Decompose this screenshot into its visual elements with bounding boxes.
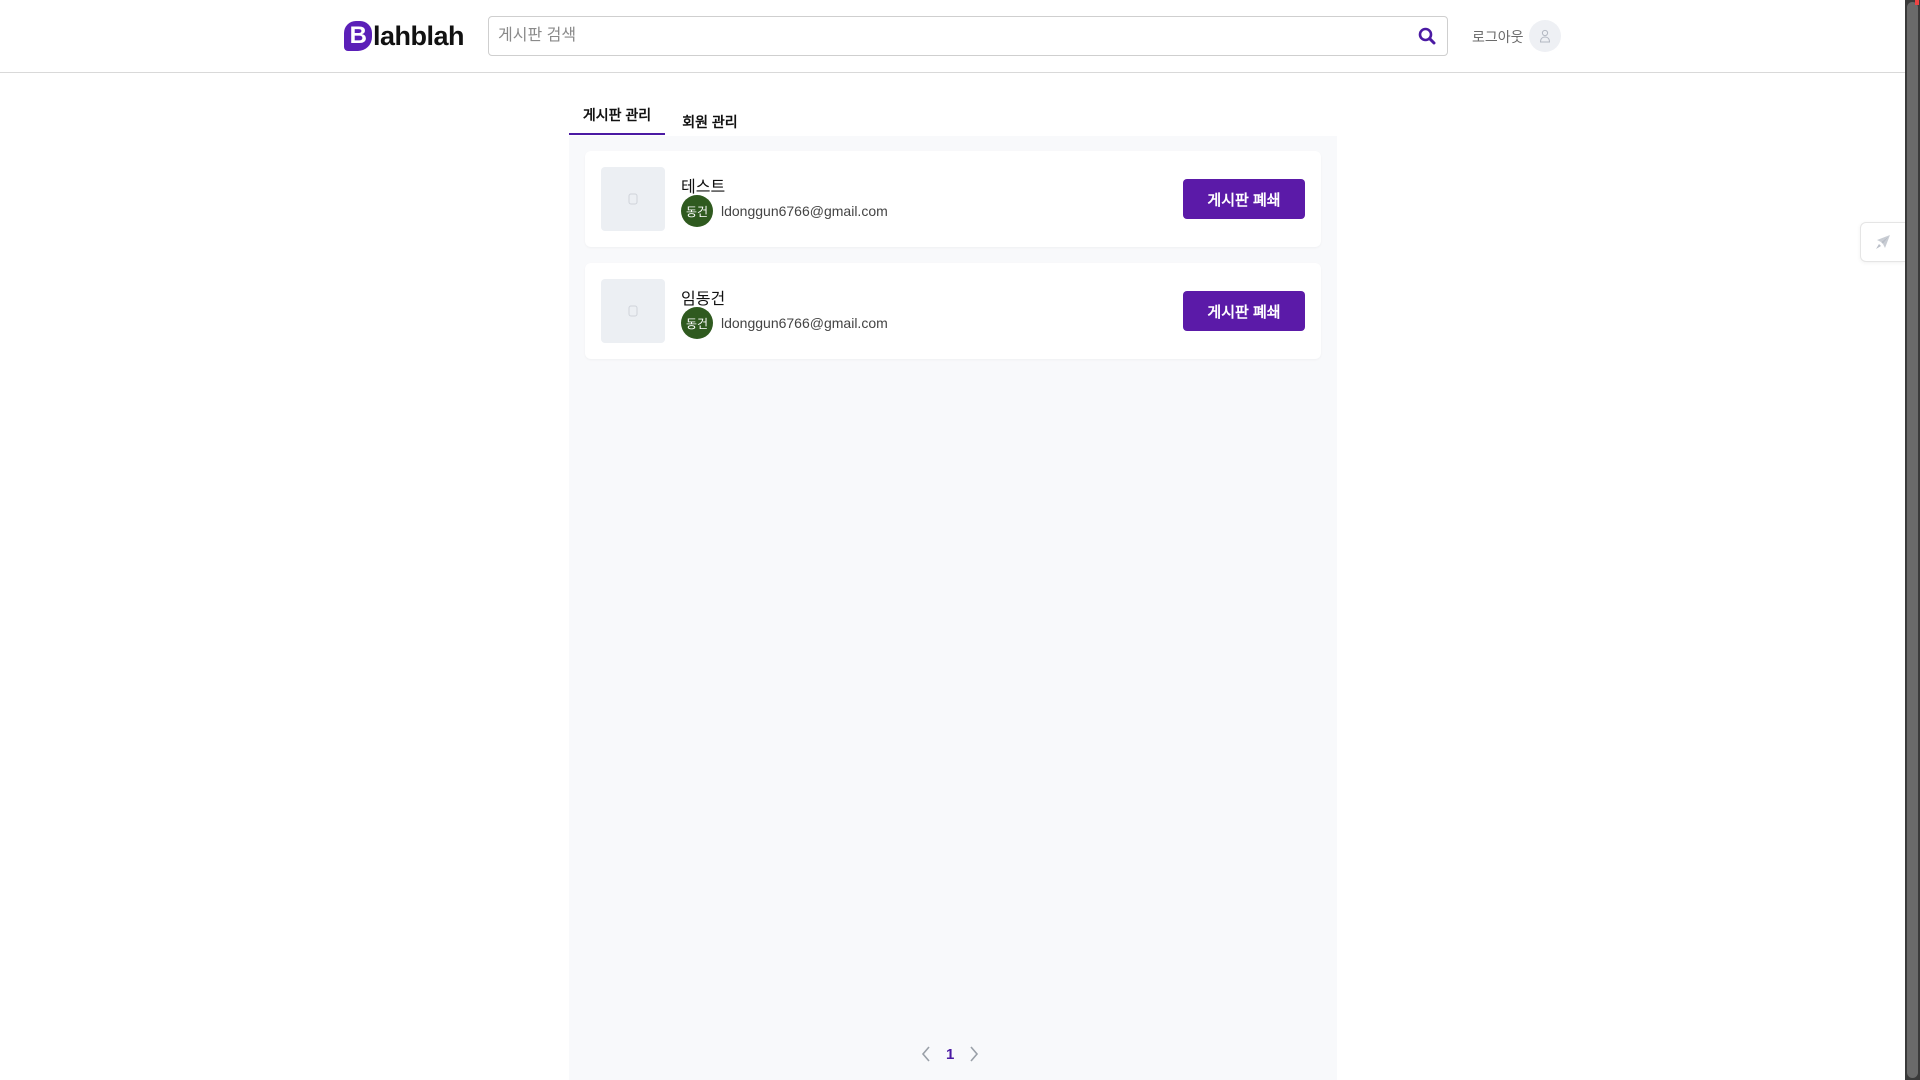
prev-page-button[interactable] bbox=[918, 1044, 934, 1064]
tab-board-management[interactable]: 게시판 관리 bbox=[569, 100, 665, 135]
board-thumbnail bbox=[601, 279, 665, 343]
next-page-button[interactable] bbox=[966, 1044, 982, 1064]
board-title: 테스트 bbox=[681, 179, 726, 196]
owner-avatar: 동건 bbox=[681, 307, 713, 339]
close-board-button[interactable]: 게시판 폐쇄 bbox=[1183, 179, 1305, 219]
search-button[interactable] bbox=[1407, 17, 1447, 55]
owner-email: ldonggun6766@gmail.com bbox=[721, 203, 888, 219]
image-placeholder-icon bbox=[628, 305, 638, 317]
search-input[interactable] bbox=[489, 17, 1407, 55]
owner-avatar: 동건 bbox=[681, 195, 713, 227]
scrollbar-marker bbox=[1915, 0, 1919, 5]
search-bar bbox=[488, 16, 1448, 56]
board-card: 임동건 동건 ldonggun6766@gmail.com 게시판 폐쇄 bbox=[585, 263, 1321, 359]
rocket-icon bbox=[1876, 235, 1890, 249]
board-title: 임동건 bbox=[681, 291, 726, 308]
image-placeholder-icon bbox=[628, 193, 638, 205]
top-header: B lahblah 로그아웃 bbox=[0, 0, 1905, 73]
logo[interactable]: B lahblah bbox=[344, 20, 465, 52]
floating-action-button[interactable] bbox=[1860, 222, 1905, 262]
pagination: 1 bbox=[918, 1044, 982, 1064]
user-avatar[interactable] bbox=[1529, 20, 1561, 52]
board-list-panel: 테스트 동건 ldonggun6766@gmail.com 게시판 폐쇄 임동건… bbox=[569, 136, 1337, 1080]
search-icon bbox=[1418, 27, 1436, 45]
scrollbar-thumb[interactable] bbox=[1907, 2, 1918, 1078]
admin-tabs: 게시판 관리 회원 관리 bbox=[569, 100, 755, 135]
logo-mark: B bbox=[344, 21, 372, 51]
chevron-left-icon bbox=[921, 1046, 930, 1062]
user-icon bbox=[1539, 29, 1551, 43]
logo-text: lahblah bbox=[373, 20, 465, 51]
logout-link[interactable]: 로그아웃 bbox=[1472, 27, 1524, 47]
chevron-right-icon bbox=[970, 1046, 979, 1062]
tab-member-management[interactable]: 회원 관리 bbox=[665, 100, 755, 135]
board-card: 테스트 동건 ldonggun6766@gmail.com 게시판 폐쇄 bbox=[585, 151, 1321, 247]
owner-email: ldonggun6766@gmail.com bbox=[721, 315, 888, 331]
board-thumbnail bbox=[601, 167, 665, 231]
page-number-current[interactable]: 1 bbox=[946, 1046, 954, 1063]
window-scrollbar[interactable] bbox=[1905, 0, 1920, 1080]
close-board-button[interactable]: 게시판 폐쇄 bbox=[1183, 291, 1305, 331]
